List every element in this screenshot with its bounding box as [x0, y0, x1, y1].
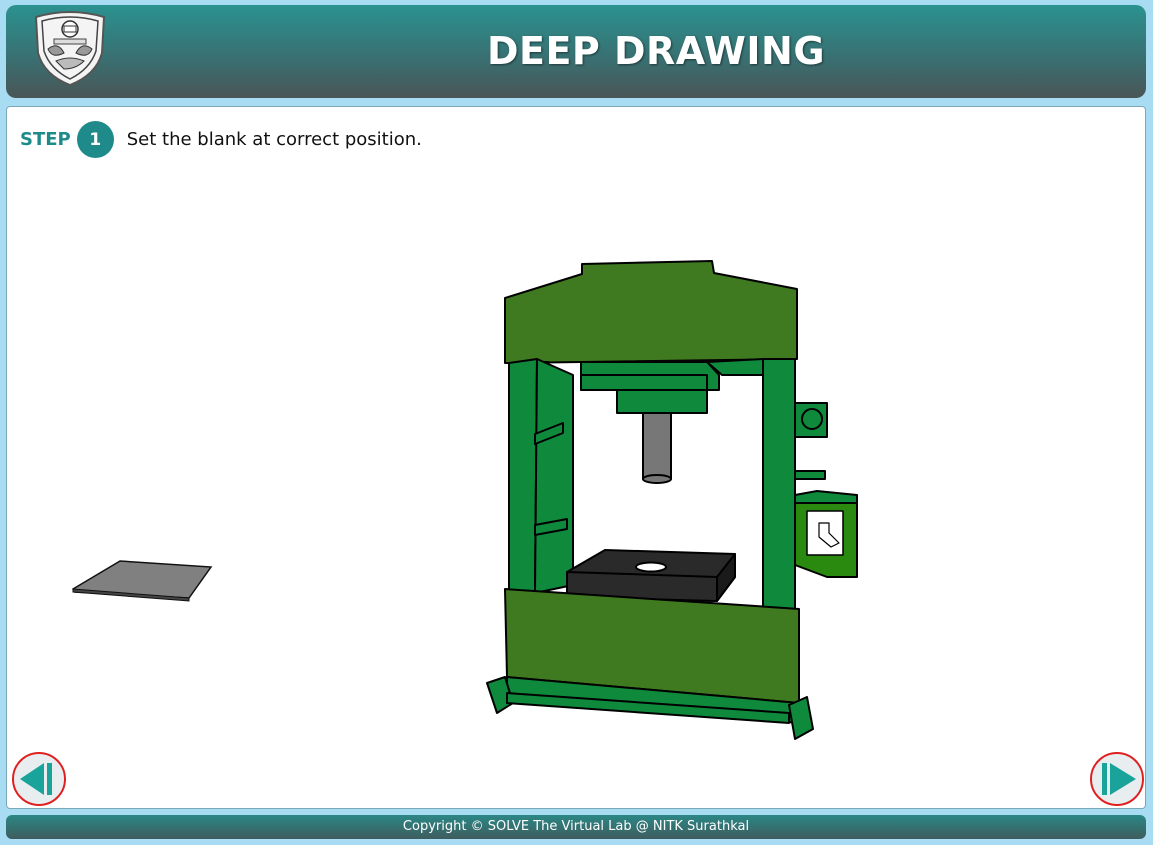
- simulation-scene: [71, 260, 858, 740]
- hydraulic-press-machine: [486, 260, 858, 740]
- footer-copyright: Copyright © SOLVE The Virtual Lab @ NITK…: [6, 815, 1146, 839]
- previous-step-icon: [20, 763, 52, 795]
- page-title: DEEP DRAWING: [486, 29, 826, 73]
- app-header: DEEP DRAWING: [6, 5, 1146, 98]
- next-step-icon: [1102, 763, 1136, 795]
- metal-blank-sheet[interactable]: [71, 560, 213, 602]
- lab-workspace: STEP 1 Set the blank at correct position…: [6, 106, 1146, 809]
- next-step-button[interactable]: [1090, 752, 1144, 806]
- previous-step-button[interactable]: [12, 752, 66, 806]
